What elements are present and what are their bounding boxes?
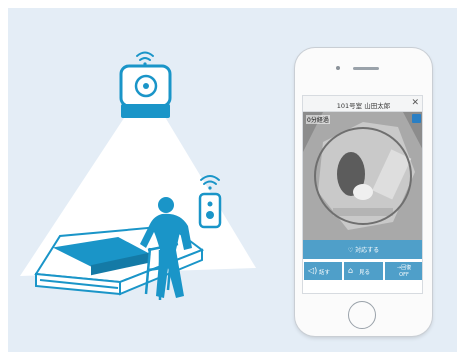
speaker-icon: ◁) (308, 266, 318, 275)
front-camera (336, 66, 340, 70)
respond-button[interactable]: ♡ 対応する (303, 240, 422, 259)
wifi-icon (136, 51, 154, 66)
illustration-canvas: 101号室 山田太郎 ✕ 0分経過 ♡ 対応する ◁) 話す ⌂ 見る →回復 … (0, 0, 465, 360)
close-icon[interactable]: ✕ (411, 98, 419, 108)
camera-feed[interactable]: 0分経過 (303, 112, 422, 240)
app-screen: 101号室 山田太郎 ✕ 0分経過 ♡ 対応する ◁) 話す ⌂ 見る →回復 … (302, 95, 423, 294)
watch-button[interactable]: ⌂ 見る (344, 262, 383, 280)
control-button-row: ◁) 話す ⌂ 見る →回復 OFF (303, 260, 422, 293)
off-button[interactable]: →回復 OFF (385, 262, 422, 280)
watch-label: 見る (359, 270, 371, 276)
off-bottom-label: OFF (399, 272, 409, 278)
home-icon: ⌂ (348, 266, 354, 275)
off-top-label: →回復 (396, 265, 412, 271)
elapsed-time: 0分経過 (306, 115, 330, 124)
room-patient-title: 101号室 山田太郎 (336, 102, 391, 110)
camera-feed-image (303, 112, 422, 240)
camera-switch-icon[interactable] (412, 114, 421, 123)
home-button[interactable] (348, 301, 376, 329)
earpiece-speaker (353, 67, 379, 70)
respond-label: 対応する (355, 247, 380, 254)
speak-label: 話す (319, 270, 331, 276)
bedside-sensor-icon (198, 192, 222, 229)
ceiling-sensor-icon (119, 64, 172, 118)
app-header: 101号室 山田太郎 ✕ (303, 96, 422, 112)
smartphone: 101号室 山田太郎 ✕ 0分経過 ♡ 対応する ◁) 話す ⌂ 見る →回復 … (295, 48, 432, 336)
speak-button[interactable]: ◁) 話す (304, 262, 342, 280)
heart-icon: ♡ (347, 247, 354, 254)
